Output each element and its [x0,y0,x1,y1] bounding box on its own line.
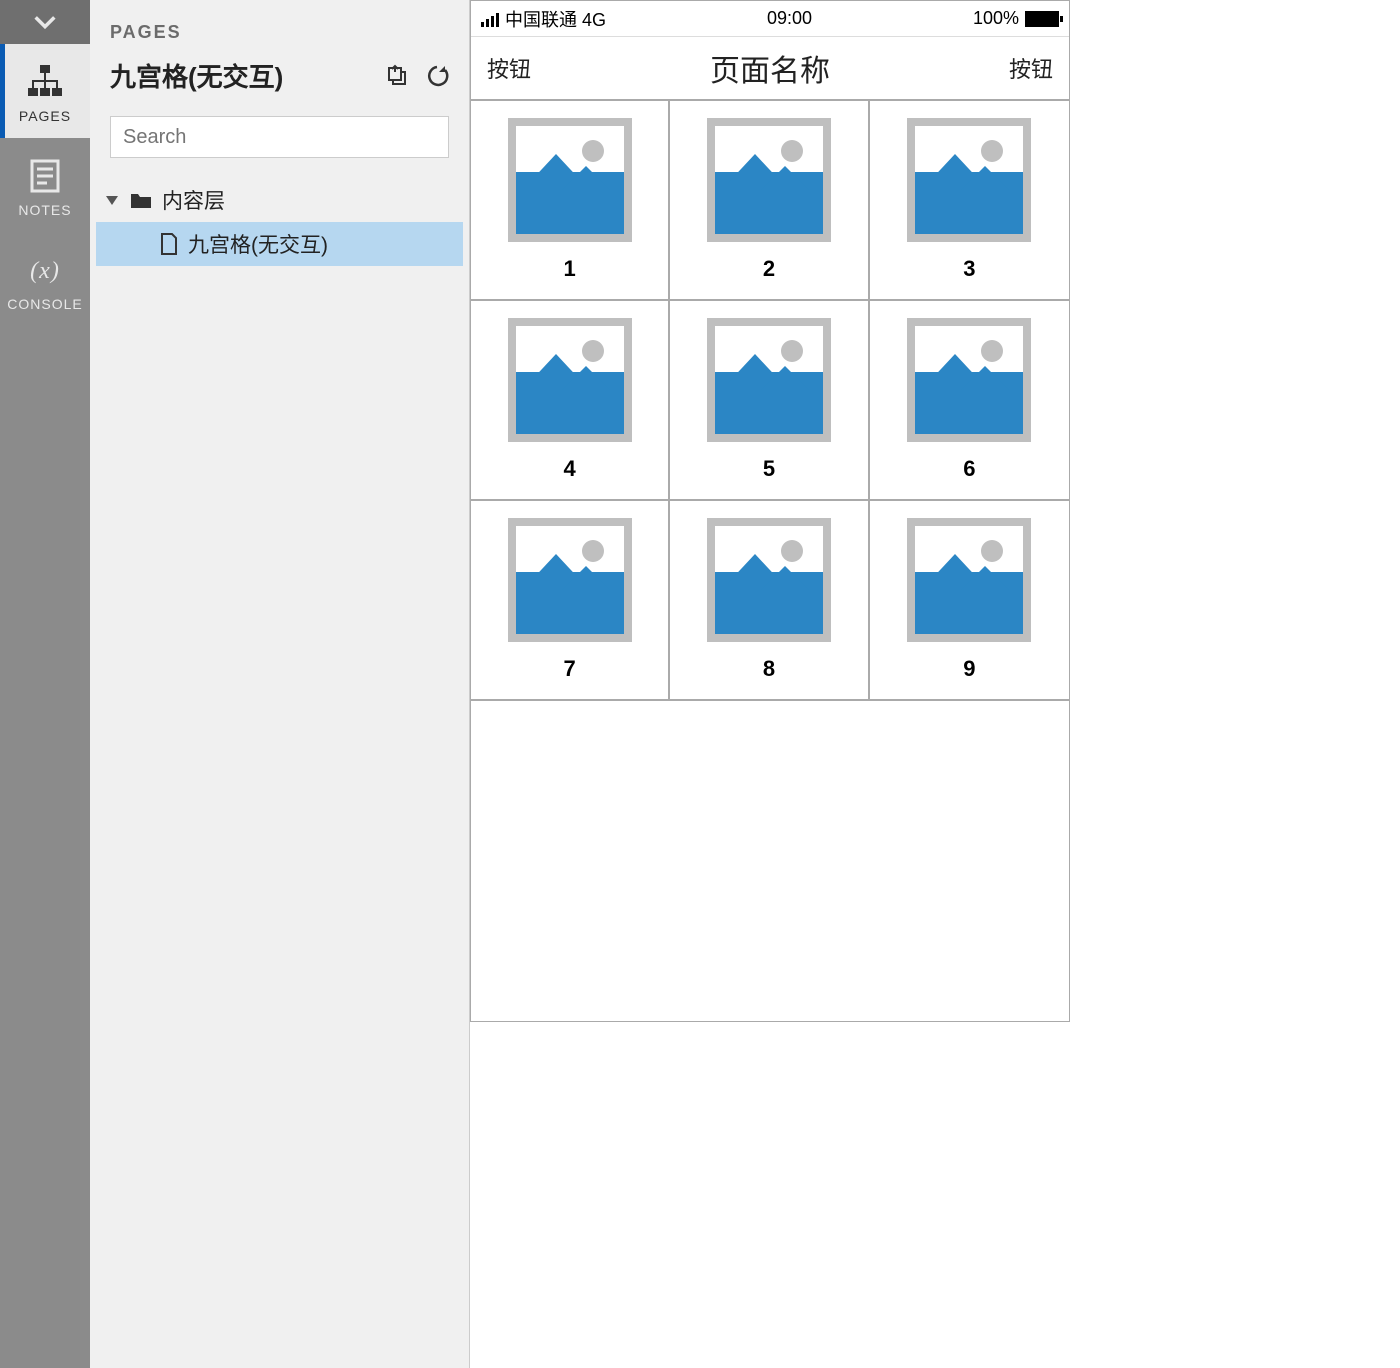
pages-panel-header: PAGES 九宫格(无交互) [90,0,469,100]
rail-tab-label: CONSOLE [7,296,82,312]
device-frame: 中国联通 4G 09:00 100% 按钮 页面名称 按钮 1 2 [470,0,1070,1022]
refresh-icon[interactable] [425,64,449,88]
search-wrap [90,100,469,168]
tree-page-label: 九宫格(无交互) [188,229,328,259]
grid-cell: 4 [471,301,670,501]
chevron-down-icon [31,8,59,36]
tree-folder-label: 内容层 [162,185,225,215]
cell-label: 6 [963,456,975,482]
image-placeholder-icon [508,118,632,242]
sitemap-icon [25,62,65,102]
grid-cell: 3 [870,101,1069,301]
battery-icon [1025,11,1059,27]
image-placeholder-icon [707,318,831,442]
grid-cell: 1 [471,101,670,301]
nav-bar: 按钮 页面名称 按钮 [471,37,1069,101]
rail-tab-console[interactable]: (x) CONSOLE [0,232,90,326]
pages-panel: PAGES 九宫格(无交互) 内容层 [90,0,470,1368]
nav-title: 页面名称 [710,46,830,90]
grid-cell: 5 [670,301,869,501]
svg-text:(x): (x) [30,258,60,284]
grid-cell: 6 [870,301,1069,501]
nine-grid: 1 2 3 4 5 6 7 [471,101,1069,701]
search-input[interactable] [110,116,449,158]
cell-label: 2 [763,256,775,282]
notes-icon [25,156,65,196]
cell-label: 1 [564,256,576,282]
tree-folder[interactable]: 内容层 [96,178,463,222]
status-bar: 中国联通 4G 09:00 100% [471,1,1069,37]
image-placeholder-icon [907,518,1031,642]
folder-icon [130,191,152,209]
cell-label: 9 [963,656,975,682]
current-page-title: 九宫格(无交互) [110,57,283,94]
device-blank-area [471,701,1069,1021]
grid-cell: 2 [670,101,869,301]
rail-collapse-button[interactable] [0,0,90,44]
grid-cell: 8 [670,501,869,701]
nav-left-button[interactable]: 按钮 [487,52,531,84]
grid-cell: 9 [870,501,1069,701]
nav-right-button[interactable]: 按钮 [1009,52,1053,84]
image-placeholder-icon [508,518,632,642]
page-tree: 内容层 九宫格(无交互) [90,168,469,276]
icon-rail: PAGES NOTES (x) CONSOLE [0,0,90,1368]
cell-label: 8 [763,656,775,682]
cell-label: 4 [564,456,576,482]
signal-icon [481,11,499,27]
page-icon [160,233,178,255]
status-time: 09:00 [767,8,812,29]
export-icon[interactable] [385,64,409,88]
rail-tab-label: PAGES [19,108,71,124]
rail-tab-label: NOTES [18,202,71,218]
cell-label: 7 [564,656,576,682]
triangle-down-icon [106,196,118,205]
cell-label: 3 [963,256,975,282]
tree-page-item[interactable]: 九宫格(无交互) [96,222,463,266]
image-placeholder-icon [508,318,632,442]
rail-tab-notes[interactable]: NOTES [0,138,90,232]
image-placeholder-icon [907,118,1031,242]
cell-label: 5 [763,456,775,482]
rail-tab-pages[interactable]: PAGES [0,44,90,138]
battery-percent: 100% [973,8,1019,29]
pages-section-label: PAGES [110,22,449,43]
canvas-area: 中国联通 4G 09:00 100% 按钮 页面名称 按钮 1 2 [470,0,1400,1368]
image-placeholder-icon [907,318,1031,442]
grid-cell: 7 [471,501,670,701]
image-placeholder-icon [707,118,831,242]
variable-icon: (x) [25,250,65,290]
image-placeholder-icon [707,518,831,642]
carrier-label: 中国联通 4G [505,6,606,32]
